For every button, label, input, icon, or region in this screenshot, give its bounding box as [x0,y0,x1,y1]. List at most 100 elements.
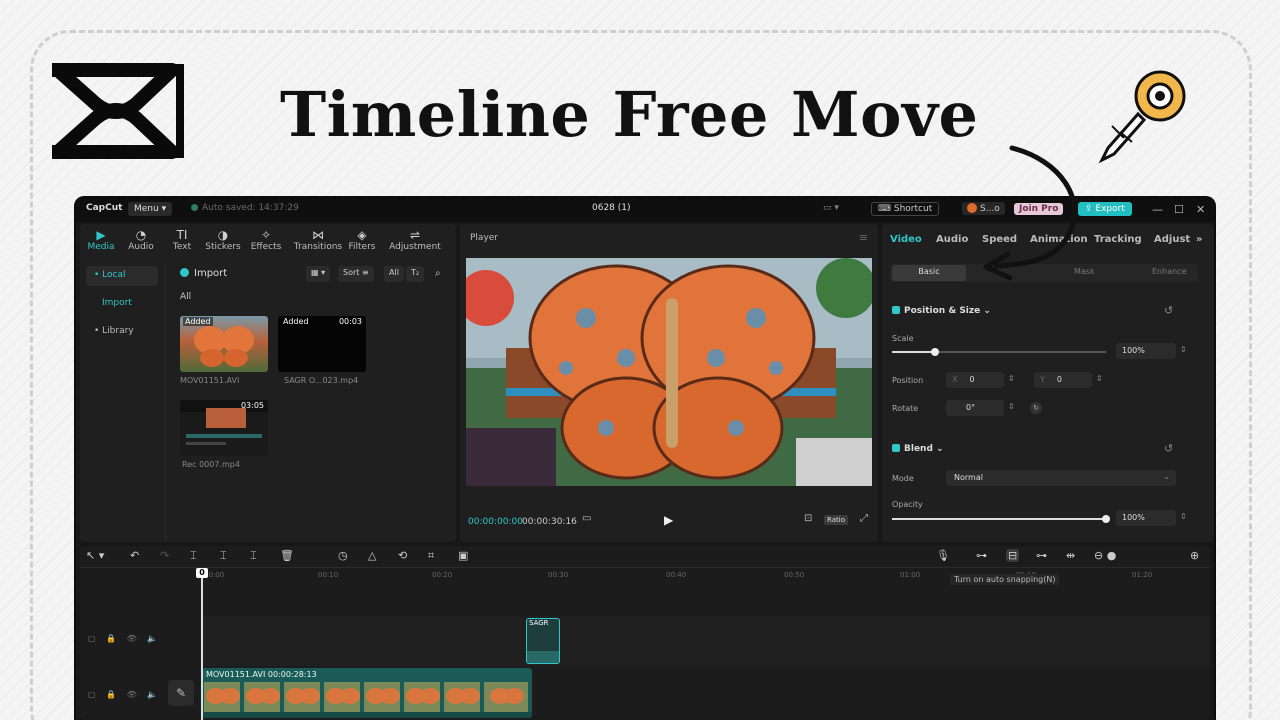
subtab-enhance[interactable]: Enhance [1152,267,1187,276]
freeze-icon[interactable]: ◷ [338,549,348,562]
crop-view-icon[interactable]: ⊡ [804,513,812,524]
select-tool-icon[interactable]: ↖ ▾ [86,549,104,562]
menu-icon[interactable]: ≡ [859,231,868,244]
video-viewer[interactable] [466,258,872,486]
tab-adjustment[interactable]: ⇌ Adjustment [386,228,444,252]
opacity-value-field[interactable]: 100% [1116,510,1176,526]
stepper-icon[interactable]: ⇕ [1180,512,1187,521]
linkage-icon[interactable]: ⊶ [1036,549,1047,562]
stepper-icon[interactable]: ⇕ [1008,402,1015,411]
preview-axis-icon[interactable]: ⇹ [1066,549,1075,562]
delete-icon[interactable]: 🗑 [280,549,294,562]
maximize-icon[interactable]: ☐ [1174,203,1184,216]
timeline-clip-sagr[interactable]: SAGR [526,618,560,664]
position-size-section[interactable]: Position & Size ⌄ [892,306,991,316]
playhead-handle[interactable]: 0 [196,568,208,578]
pencil-gear-icon [1094,68,1194,168]
media-item-sagr[interactable]: Added 00:03 [278,316,366,372]
user-account[interactable]: S...o [962,202,1005,215]
search-icon[interactable]: ⌕ [430,266,446,282]
stepper-icon[interactable]: ⇕ [1096,374,1103,383]
timeline-clip-main[interactable]: MOV01151.AVI 00:00:28:13 [202,668,532,718]
capcut-logo [44,58,188,168]
duration-label: 00:03 [338,317,362,326]
sort-button[interactable]: Sort ≡ [338,266,374,282]
redo-icon[interactable]: ↷ [160,549,169,562]
reset-icon[interactable]: ↺ [1164,304,1173,317]
stepper-icon[interactable]: ⇕ [1008,374,1015,383]
tab-audio-props[interactable]: Audio [936,234,968,245]
play-icon[interactable]: ▶ [664,513,673,527]
opacity-slider[interactable] [892,515,1110,523]
menu-button[interactable]: Menu ▾ [128,202,173,216]
split-left-icon[interactable]: ⌶ [220,549,227,563]
sidebar-item-import[interactable]: Import [94,294,166,314]
shortcut-button[interactable]: ⌨ Shortcut [871,202,940,216]
more-tabs-icon[interactable]: » [1196,234,1202,245]
crop-icon[interactable]: ⌗ [428,549,434,563]
tab-media[interactable]: ▶ Media [82,228,120,252]
tab-transitions[interactable]: ⋈ Transitions [292,228,344,252]
overlay-track [202,616,1210,666]
tab-text[interactable]: TI Text [163,228,201,252]
cover-edit-icon[interactable]: ✎ [168,680,194,706]
rotate-field[interactable]: 0° [946,400,1004,416]
auto-snapping-icon[interactable]: ⊟ [1006,549,1020,562]
fullscreen-icon[interactable]: ⤢ [860,513,868,524]
mirror-icon[interactable]: △ [368,549,376,562]
tab-audio[interactable]: ◔ Audio [122,228,160,252]
ratio-button[interactable]: Ratio [824,515,848,525]
close-icon[interactable]: ✕ [1196,203,1205,216]
tab-speed[interactable]: Speed [982,234,1017,245]
text-filter-icon[interactable]: T₂ [406,266,425,282]
opacity-slider-fill [892,518,1106,520]
microphone-icon[interactable]: 🎙 [936,549,950,562]
export-button[interactable]: ⇪ Export [1078,202,1132,216]
sidebar-item-library[interactable]: • Library [86,322,158,342]
media-item-mov01151[interactable]: Added [180,316,268,372]
tab-video[interactable]: Video [890,234,922,245]
split-icon[interactable]: ⌶ [190,549,197,563]
rotate-direction-icon[interactable]: ↻ [1030,402,1042,414]
position-x-field[interactable]: X0 [946,372,1004,388]
link-clips-icon[interactable]: ⊶ [976,549,987,562]
sidebar-item-local[interactable]: • Local [86,266,158,286]
layout-icon[interactable]: ▭ ▾ [823,203,839,213]
view-toggle[interactable]: ▦ ▾ [306,266,331,282]
track-controls[interactable]: ▢ 🔒 👁 🔈 [88,634,161,643]
zoom-out-icon[interactable]: ⊖ ● [1094,549,1116,562]
track-controls[interactable]: ▢ 🔒 👁 🔈 [88,690,161,699]
tab-filters[interactable]: ◈ Filters [343,228,381,252]
join-pro-button[interactable]: Join Pro [1014,203,1064,215]
minimize-icon[interactable]: — [1152,203,1163,216]
zoom-fit-icon[interactable]: ⊕ [1190,549,1199,562]
checkbox-icon [892,444,900,452]
tab-stickers[interactable]: ◑ Stickers [204,228,242,252]
tab-animation[interactable]: Animation [1030,234,1088,245]
tab-adjust[interactable]: Adjust [1154,234,1190,245]
timecode-toggle-icon[interactable]: ▭ [582,513,591,524]
blend-mode-select[interactable]: Normal ⌄ [946,470,1176,486]
export-frame-icon[interactable]: ▣ [458,549,468,562]
undo-icon[interactable]: ↶ [130,549,139,562]
subtab-basic[interactable]: Basic [892,265,966,281]
rotate-icon[interactable]: ⟲ [398,549,407,562]
autosave-status: Auto saved: 14:37:29 [191,203,299,213]
scale-slider-knob[interactable] [931,348,939,356]
scale-slider[interactable] [892,348,1106,356]
filter-all-button[interactable]: All [384,266,404,282]
blend-section[interactable]: Blend ⌄ [892,444,944,454]
scale-value-field[interactable]: 100% [1116,343,1176,359]
import-button[interactable]: Import [180,268,227,279]
subtab-mask[interactable]: Mask [1074,267,1095,276]
opacity-slider-knob[interactable] [1102,515,1110,523]
reset-icon[interactable]: ↺ [1164,442,1173,455]
tab-tracking[interactable]: Tracking [1094,234,1142,245]
position-y-field[interactable]: Y0 [1034,372,1092,388]
media-item-rec0007[interactable]: 03:05 [180,400,268,456]
stepper-icon[interactable]: ⇕ [1180,345,1187,354]
playhead[interactable] [201,568,203,720]
tab-effects[interactable]: ✧ Effects [247,228,285,252]
split-right-icon[interactable]: ⌶ [250,549,257,563]
opacity-label: Opacity [892,500,923,509]
